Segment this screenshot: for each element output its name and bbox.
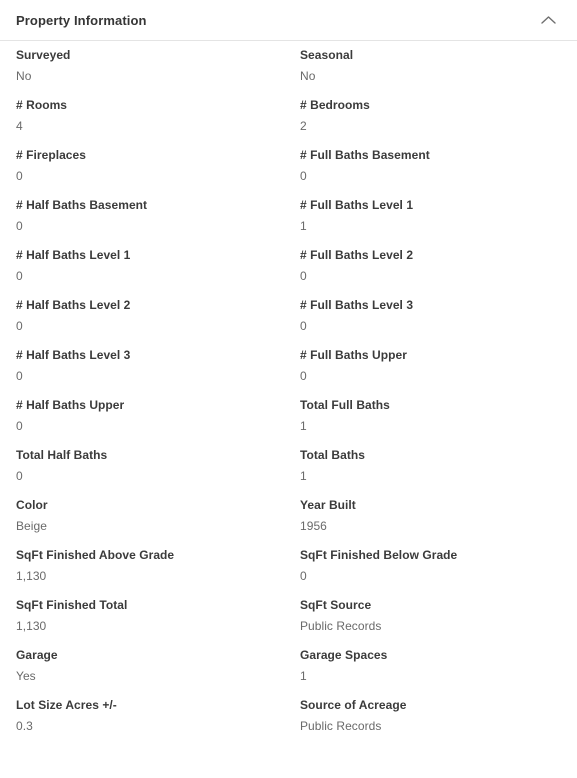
field-value: Beige bbox=[16, 519, 47, 533]
property-field: Year Built 1956 bbox=[300, 491, 577, 541]
field-value: Public Records bbox=[300, 719, 382, 733]
field-label: # Half Baths Basement bbox=[16, 198, 148, 212]
property-field: SqFt Source Public Records bbox=[300, 591, 577, 641]
field-label: Lot Size Acres +/- bbox=[16, 698, 117, 712]
field-label: Seasonal bbox=[300, 48, 354, 62]
field-label: # Half Baths Level 1 bbox=[16, 248, 131, 262]
property-field: # Full Baths Level 1 1 bbox=[300, 191, 577, 241]
property-field: # Full Baths Basement 0 bbox=[300, 141, 577, 191]
field-value: 0 bbox=[16, 269, 23, 283]
field-label: # Full Baths Level 3 bbox=[300, 298, 414, 312]
field-label: # Half Baths Level 2 bbox=[16, 298, 131, 312]
property-field: # Rooms 4 bbox=[16, 91, 300, 141]
field-value: No bbox=[300, 69, 316, 83]
field-label: # Half Baths Level 3 bbox=[16, 348, 131, 362]
field-label: Year Built bbox=[300, 498, 356, 512]
field-value: 0 bbox=[16, 319, 23, 333]
field-value: Yes bbox=[16, 669, 36, 683]
property-field: Garage Yes bbox=[16, 641, 300, 691]
field-label: Total Baths bbox=[300, 448, 365, 462]
field-label: Total Half Baths bbox=[16, 448, 108, 462]
property-field: # Half Baths Level 1 0 bbox=[16, 241, 300, 291]
field-value: 4 bbox=[16, 119, 23, 133]
field-label: SqFt Finished Total bbox=[16, 598, 128, 612]
field-label: Color bbox=[16, 498, 48, 512]
field-value: 0 bbox=[300, 569, 307, 583]
field-label: SqFt Finished Above Grade bbox=[16, 548, 175, 562]
field-value: 0 bbox=[300, 369, 307, 383]
field-value: 0 bbox=[16, 369, 23, 383]
property-information-panel: Property Information Surveyed No Seasonal N… bbox=[0, 0, 577, 778]
field-label: SqFt Source bbox=[300, 598, 372, 612]
field-value: 0 bbox=[16, 169, 23, 183]
property-field: # Half Baths Level 3 0 bbox=[16, 341, 300, 391]
field-value: 0 bbox=[16, 419, 23, 433]
property-field: SqFt Finished Above Grade 1,130 bbox=[16, 541, 300, 591]
property-field: Total Half Baths 0 bbox=[16, 441, 300, 491]
field-value: 0 bbox=[300, 169, 307, 183]
property-field: Color Beige bbox=[16, 491, 300, 541]
field-value: 0 bbox=[300, 319, 307, 333]
property-field: # Fireplaces 0 bbox=[16, 141, 300, 191]
field-label: Garage Spaces bbox=[300, 648, 388, 662]
panel-header[interactable]: Property Information bbox=[0, 0, 577, 41]
field-label: # Full Baths Level 1 bbox=[300, 198, 414, 212]
property-field: # Full Baths Level 2 0 bbox=[300, 241, 577, 291]
chevron-up-icon bbox=[540, 15, 556, 25]
property-field: Garage Spaces 1 bbox=[300, 641, 577, 691]
field-value: 1956 bbox=[300, 519, 327, 533]
property-field: Total Full Baths 1 bbox=[300, 391, 577, 441]
field-label: Surveyed bbox=[16, 48, 71, 62]
field-label: # Fireplaces bbox=[16, 148, 86, 162]
field-value: 1,130 bbox=[16, 569, 47, 583]
field-label: SqFt Finished Below Grade bbox=[300, 548, 458, 562]
field-value: 1 bbox=[300, 469, 307, 483]
field-value: 2 bbox=[300, 119, 307, 133]
field-value: 0.3 bbox=[16, 719, 33, 733]
property-field: Source of Acreage Public Records bbox=[300, 691, 577, 741]
field-value: 0 bbox=[16, 219, 23, 233]
property-field: Seasonal No bbox=[300, 41, 577, 91]
field-label: # Bedrooms bbox=[300, 98, 370, 112]
property-field: # Half Baths Basement 0 bbox=[16, 191, 300, 241]
field-label: Total Full Baths bbox=[300, 398, 390, 412]
field-label: # Half Baths Upper bbox=[16, 398, 125, 412]
property-fields-grid: Surveyed No Seasonal No # Rooms 4 # Bedrooms 2 #… bbox=[0, 41, 577, 741]
field-label: # Full Baths Basement bbox=[300, 148, 430, 162]
panel-body: Surveyed No Seasonal No # Rooms 4 # Bedrooms 2 #… bbox=[0, 41, 577, 741]
field-value: 1,130 bbox=[16, 619, 47, 633]
property-field: SqFt Finished Below Grade 0 bbox=[300, 541, 577, 591]
field-value: 1 bbox=[300, 219, 307, 233]
property-field: # Half Baths Level 2 0 bbox=[16, 291, 300, 341]
field-label: Garage bbox=[16, 648, 58, 662]
property-field: SqFt Finished Total 1,130 bbox=[16, 591, 300, 641]
field-label: Source of Acreage bbox=[300, 698, 407, 712]
property-field: Surveyed No bbox=[16, 41, 300, 91]
field-value: No bbox=[16, 69, 32, 83]
field-label: # Full Baths Upper bbox=[300, 348, 407, 362]
property-field: # Bedrooms 2 bbox=[300, 91, 577, 141]
field-value: Public Records bbox=[300, 619, 382, 633]
property-field: # Full Baths Level 3 0 bbox=[300, 291, 577, 341]
field-label: # Full Baths Level 2 bbox=[300, 248, 414, 262]
field-value: 0 bbox=[300, 269, 307, 283]
property-field: Lot Size Acres +/- 0.3 bbox=[16, 691, 300, 741]
property-field: # Full Baths Upper 0 bbox=[300, 341, 577, 391]
property-field: # Half Baths Upper 0 bbox=[16, 391, 300, 441]
field-value: 1 bbox=[300, 419, 307, 433]
property-field: Total Baths 1 bbox=[300, 441, 577, 491]
field-value: 1 bbox=[300, 669, 307, 683]
field-value: 0 bbox=[16, 469, 23, 483]
page-title: Property Information bbox=[16, 12, 147, 28]
collapse-toggle-button[interactable] bbox=[535, 7, 561, 33]
field-label: # Rooms bbox=[16, 98, 68, 112]
